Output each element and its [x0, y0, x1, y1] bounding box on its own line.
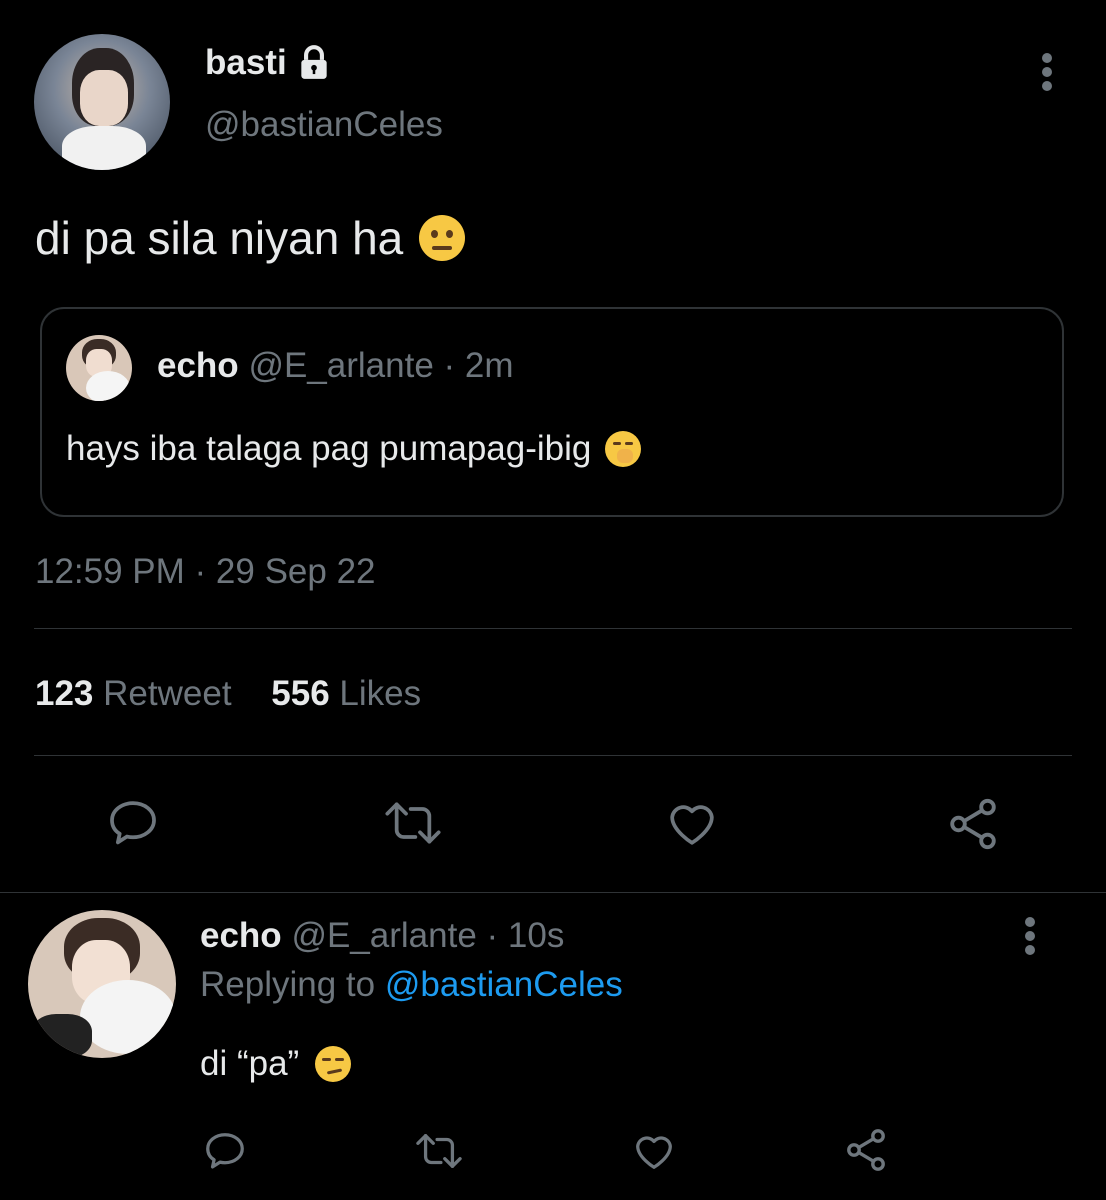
divider	[34, 628, 1072, 629]
smirking-face-emoji	[315, 1046, 352, 1082]
likes-label: Likes	[339, 674, 422, 713]
quote-display-name: echo	[157, 346, 239, 385]
tweet-stats: 123 Retweet 556 Likes	[35, 672, 421, 716]
reply-text: di “pa”	[200, 1044, 300, 1083]
tweet-text: di pa sila niyan ha	[35, 212, 404, 264]
reply-icon[interactable]	[104, 795, 162, 851]
quote-author-avatar	[66, 335, 132, 401]
like-icon[interactable]	[630, 1128, 678, 1174]
likes-stat[interactable]: 556 Likes	[271, 674, 421, 713]
quote-time: · 2m	[443, 346, 514, 385]
quote-handle: @E_arlante	[248, 346, 434, 385]
tweet-text-row: di pa sila niyan ha	[35, 210, 466, 266]
avatar-face	[80, 70, 128, 126]
retweet-label: Retweet	[103, 674, 232, 713]
reply-time[interactable]: · 10s	[487, 916, 565, 955]
quote-text-row: hays iba talaga pag pumapag-ibig	[66, 427, 642, 471]
author-handle[interactable]: @bastianCeles	[205, 104, 443, 146]
replying-to: Replying to @bastianCeles	[200, 963, 623, 1007]
replying-to-prefix: Replying to	[200, 965, 376, 1004]
lock-icon	[295, 44, 333, 82]
neutral-face-emoji	[419, 215, 466, 261]
divider	[0, 892, 1106, 893]
retweet-icon[interactable]	[382, 795, 444, 851]
more-vertical-icon[interactable]	[1013, 914, 1047, 958]
yawning-face-emoji	[605, 431, 642, 467]
divider	[34, 755, 1072, 756]
quote-tweet-card[interactable]: echo @E_arlante · 2m hays iba talaga pag…	[40, 307, 1064, 517]
reply-header: echo @E_arlante · 10s	[200, 914, 564, 958]
quote-header: echo @E_arlante · 2m	[157, 345, 514, 387]
author-avatar[interactable]	[34, 34, 170, 170]
replying-to-link[interactable]: @bastianCeles	[385, 965, 623, 1004]
retweets-stat[interactable]: 123 Retweet	[35, 674, 241, 713]
share-icon[interactable]	[944, 795, 1002, 853]
like-icon[interactable]	[662, 795, 722, 851]
more-vertical-icon[interactable]	[1030, 50, 1064, 94]
tweet-timestamp[interactable]: 12:59 PM · 29 Sep 22	[35, 550, 376, 594]
quote-text: hays iba talaga pag pumapag-ibig	[66, 429, 592, 468]
share-icon[interactable]	[842, 1126, 890, 1174]
author-name-row: basti	[205, 42, 333, 84]
reply-text-row: di “pa”	[200, 1042, 352, 1086]
avatar-collar	[62, 126, 146, 170]
reply-display-name[interactable]: echo	[200, 916, 282, 955]
retweet-icon[interactable]	[414, 1128, 464, 1174]
reply-icon[interactable]	[202, 1128, 248, 1174]
retweet-count: 123	[35, 674, 94, 713]
likes-count: 556	[271, 674, 330, 713]
reply-handle[interactable]: @E_arlante	[291, 916, 476, 955]
author-display-name[interactable]: basti	[205, 42, 287, 84]
reply-author-avatar[interactable]	[28, 910, 176, 1058]
